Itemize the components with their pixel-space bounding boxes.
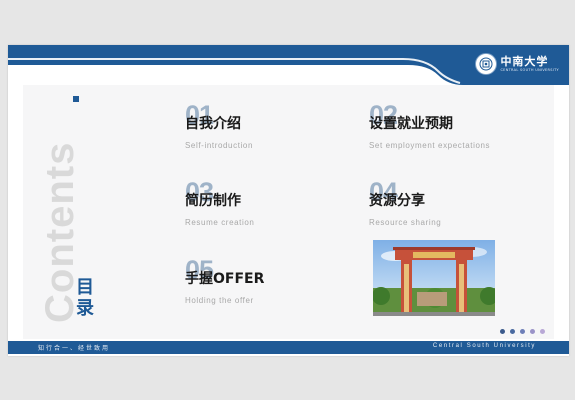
toc-item-subtitle: Resource sharing: [369, 218, 442, 227]
toc-item-title: 手握OFFER: [185, 271, 265, 287]
toc-item-subtitle: Set employment expectations: [369, 141, 491, 150]
pagination-dot[interactable]: [540, 329, 545, 334]
toc-item-subtitle: Resume creation: [185, 218, 255, 227]
pagination-dot[interactable]: [500, 329, 505, 334]
pagination-dots: [500, 329, 545, 334]
toc-item-title: 设置就业预期: [369, 116, 453, 132]
university-gate-photo: [373, 240, 495, 316]
footer-university-name: Central South University: [432, 343, 536, 349]
footer-motto: 知行合一、经世致用: [38, 345, 111, 352]
toc-item-title: 自我介绍: [185, 116, 241, 132]
university-logo[interactable]: 中南大学 CENTRAL SOUTH UNIVERSITY: [475, 51, 559, 77]
contents-heading-line2: 录: [76, 298, 94, 319]
footer-band: 知行合一、经世致用 Central South University: [8, 341, 569, 354]
contents-heading-line1: 目: [76, 277, 94, 298]
logo-subtitle: CENTRAL SOUTH UNIVERSITY: [500, 67, 559, 72]
toc-item-subtitle: Holding the offer: [185, 296, 254, 305]
watermark-dot: [73, 96, 79, 102]
pagination-dot[interactable]: [510, 329, 515, 334]
pagination-dot[interactable]: [530, 329, 535, 334]
toc-item-title: 简历制作: [185, 193, 241, 209]
contents-heading: 目 录: [76, 277, 98, 319]
university-emblem-icon: [475, 53, 498, 75]
toc-item-subtitle: Self-introduction: [185, 141, 254, 150]
pagination-dot[interactable]: [520, 329, 525, 334]
contents-watermark: Contents: [38, 95, 82, 325]
toc-item-title: 资源分享: [369, 193, 425, 209]
logo-title: 中南大学: [500, 54, 549, 68]
